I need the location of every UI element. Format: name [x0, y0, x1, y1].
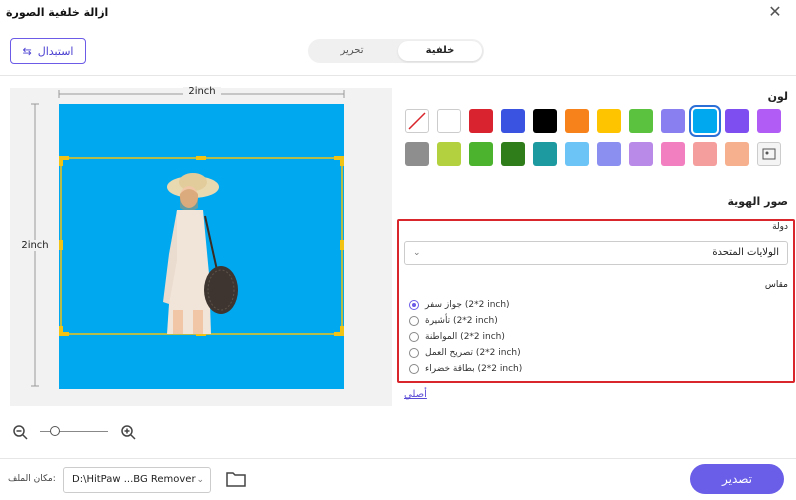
- color-swatch[interactable]: [661, 109, 685, 133]
- tab-bar: تحرير خلفية: [308, 39, 484, 63]
- radio-icon[interactable]: [409, 348, 419, 358]
- color-swatch[interactable]: [725, 109, 749, 133]
- color-swatch[interactable]: [689, 105, 721, 137]
- color-swatch[interactable]: [661, 142, 685, 166]
- radio-icon[interactable]: [409, 300, 419, 310]
- swap-label: استبدال: [37, 44, 74, 58]
- color-swatch[interactable]: [533, 109, 557, 133]
- color-swatch[interactable]: [469, 109, 493, 133]
- radio-icon[interactable]: [409, 332, 419, 342]
- size-option-label: جواز سفر (2*2 inch): [425, 300, 510, 310]
- id-photos-label: صور الهوية: [727, 195, 788, 208]
- width-label: 2inch: [188, 86, 216, 97]
- radio-icon[interactable]: [409, 364, 419, 374]
- tab-edit[interactable]: تحرير: [310, 41, 394, 61]
- radio-icon[interactable]: [409, 316, 419, 326]
- color-swatch[interactable]: [725, 142, 749, 166]
- folder-icon[interactable]: [226, 470, 246, 488]
- size-option-label: بطاقة خضراء (2*2 inch): [425, 364, 523, 374]
- color-swatch[interactable]: [437, 109, 461, 133]
- size-option-citizenship[interactable]: المواطنة (2*2 inch): [409, 330, 505, 344]
- output-path-select[interactable]: D:\HitPaw ...BG Remover ⌄: [63, 467, 211, 493]
- size-label: مقاس: [764, 280, 788, 290]
- country-label: دولة: [772, 222, 788, 232]
- color-swatch[interactable]: [533, 142, 557, 166]
- tab-background[interactable]: خلفية: [398, 41, 482, 61]
- size-option-label: تصريح العمل (2*2 inch): [425, 348, 521, 358]
- color-swatch[interactable]: [597, 109, 621, 133]
- size-option-visa[interactable]: تأشيرة (2*2 inch): [409, 314, 498, 328]
- output-path-value: D:\HitPaw ...BG Remover: [72, 474, 196, 485]
- country-select[interactable]: الولايات المتحدة ⌄: [404, 241, 788, 265]
- size-option-work-permit[interactable]: تصريح العمل (2*2 inch): [409, 346, 521, 360]
- color-swatch[interactable]: [437, 142, 461, 166]
- color-label: لون: [767, 90, 788, 103]
- color-swatch-grid: [405, 105, 785, 169]
- color-swatch[interactable]: [469, 142, 493, 166]
- color-swatch[interactable]: [565, 142, 589, 166]
- color-swatch[interactable]: [629, 109, 653, 133]
- country-value: الولايات المتحدة: [712, 247, 779, 258]
- window-title: ازالة خلفية الصورة: [6, 6, 109, 19]
- person-figure: [59, 156, 344, 336]
- color-swatch[interactable]: [597, 142, 621, 166]
- size-option-green-card[interactable]: بطاقة خضراء (2*2 inch): [409, 362, 522, 376]
- original-link[interactable]: أصلي: [404, 389, 427, 400]
- photo-preview: [59, 104, 344, 389]
- zoom-out-icon[interactable]: [12, 424, 28, 440]
- close-icon[interactable]: ✕: [766, 3, 784, 21]
- swap-button[interactable]: ⇆ استبدال: [10, 38, 86, 64]
- color-swatch[interactable]: [501, 142, 525, 166]
- add-image-icon: [762, 148, 776, 160]
- height-label: 2inch: [18, 240, 52, 251]
- footer-divider: [0, 458, 796, 459]
- color-swatch[interactable]: [501, 109, 525, 133]
- header-divider: [0, 75, 796, 76]
- swap-icon: ⇆: [22, 44, 32, 58]
- export-button[interactable]: تصدير: [690, 464, 784, 494]
- file-location-label: مكان الملف:: [8, 474, 56, 484]
- color-swatch[interactable]: [565, 109, 589, 133]
- zoom-in-icon[interactable]: [120, 424, 136, 440]
- chevron-down-icon: ⌄: [196, 475, 204, 485]
- no-color-icon: [408, 112, 426, 130]
- no-color-swatch[interactable]: [405, 109, 429, 133]
- color-swatch[interactable]: [693, 142, 717, 166]
- chevron-down-icon: ⌄: [413, 248, 421, 258]
- size-option-label: المواطنة (2*2 inch): [425, 332, 505, 342]
- color-swatch[interactable]: [629, 142, 653, 166]
- color-swatch[interactable]: [757, 109, 781, 133]
- size-option-label: تأشيرة (2*2 inch): [425, 316, 498, 326]
- custom-image-swatch[interactable]: [757, 142, 781, 166]
- zoom-slider-thumb[interactable]: [50, 426, 60, 436]
- color-swatch[interactable]: [405, 142, 429, 166]
- size-option-passport[interactable]: جواز سفر (2*2 inch): [409, 298, 510, 312]
